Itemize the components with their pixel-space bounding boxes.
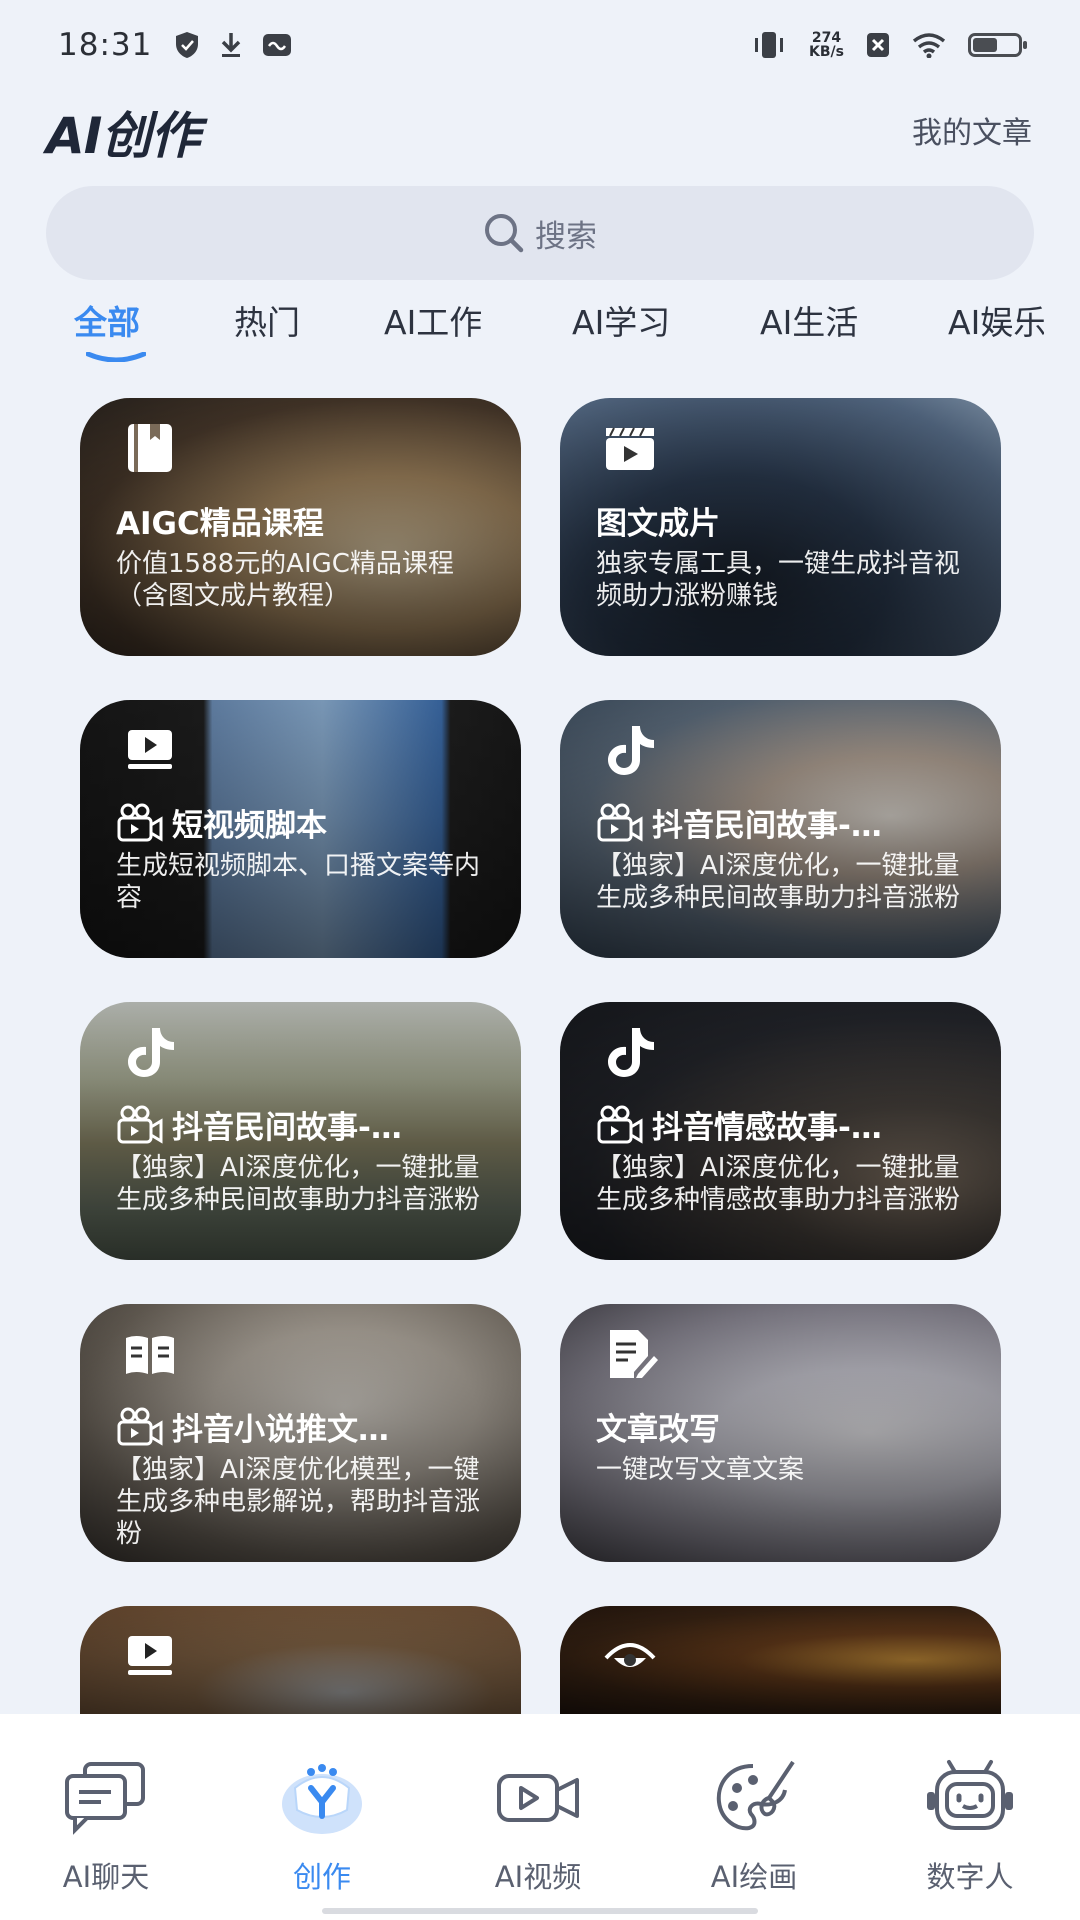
card-title-text: 图文成片 (596, 506, 720, 542)
status-time: 18:31 (58, 27, 153, 63)
net-speed-value: 274 (811, 30, 842, 46)
nav-ai-painting[interactable]: AI绘画 (664, 1714, 844, 1894)
card-description: 【独家】AI深度优化模型，一键生成多种电影解说，帮助抖音涨粉 (116, 1455, 481, 1549)
card-title-text: 抖音小说推文… (172, 1412, 389, 1448)
vibrate-icon (755, 32, 784, 58)
wifi-icon (912, 33, 946, 58)
tiktok-icon (608, 726, 654, 775)
card-title-text: 抖音民间故事-… (652, 808, 882, 844)
net-speed: 274 KB/s (809, 31, 844, 59)
clapper-icon (606, 427, 654, 470)
novel-icon (126, 1336, 174, 1374)
search-placeholder: 搜索 (535, 218, 597, 255)
category-tabs: 全部 热门 AI工作 AI学习 AI生活 AI娱乐 (0, 296, 1044, 366)
nav-digital-human[interactable]: 数字人 (880, 1714, 1060, 1894)
chat-notify-icon (263, 34, 292, 56)
card-title: 抖音小说推文… (116, 1404, 491, 1449)
card-title: AIGC精品课程 (116, 498, 491, 543)
tool-card[interactable] (80, 1606, 521, 1714)
home-indicator[interactable] (322, 1908, 758, 1914)
net-speed-unit: KB/s (809, 44, 844, 60)
robot-icon (927, 1760, 1013, 1830)
my-articles-link[interactable]: 我的文章 (912, 108, 1032, 152)
card-title-text: AIGC精品课程 (116, 506, 324, 542)
palette-icon (716, 1760, 795, 1831)
sim-off-icon (867, 33, 889, 57)
nav-label: 创作 (292, 1860, 351, 1894)
search-input[interactable]: 搜索 (46, 186, 1034, 280)
card-title: 图文成片 (596, 498, 971, 543)
card-description: 【独家】AI深度优化，一键批量生成多种民间故事助力抖音涨粉 (596, 851, 961, 913)
edit-doc-icon (610, 1330, 658, 1378)
card-title-text: 抖音民间故事-… (172, 1110, 402, 1146)
tool-card[interactable]: 短视频脚本 生成短视频脚本、口播文案等内容 (80, 700, 521, 958)
video-camera-icon (597, 803, 643, 842)
tab-all[interactable]: 全部 (74, 296, 140, 344)
card-description: 一键改写文章文案 (596, 1455, 805, 1485)
video-camera-icon (117, 803, 163, 842)
shield-icon (176, 32, 199, 58)
eye-icon (604, 1643, 656, 1667)
video-camera-icon (597, 1105, 643, 1144)
tab-hot[interactable]: 热门 (234, 296, 300, 344)
bottom-nav: AI聊天 创作 AI视频 AI绘画 数字人 (0, 1714, 1080, 1920)
nav-label: AI绘画 (710, 1860, 798, 1894)
tab-ai-study[interactable]: AI学习 (572, 296, 670, 344)
download-icon (222, 33, 241, 57)
video-camera-icon (497, 1774, 579, 1822)
card-title: 短视频脚本 (116, 800, 491, 845)
video-play-icon (128, 1636, 172, 1675)
card-title: 抖音民间故事-… (596, 800, 971, 845)
tool-card[interactable]: 图文成片 独家专属工具，一键生成抖音视频助力涨粉赚钱 (560, 398, 1001, 656)
tool-card[interactable]: 文章改写 一键改写文章文案 (560, 1304, 1001, 1562)
tab-active-indicator (86, 352, 146, 362)
card-title: 抖音情感故事-… (596, 1102, 971, 1147)
battery-fill (973, 38, 997, 52)
page-title: AI创作 (46, 107, 200, 165)
card-description: 生成短视频脚本、口播文案等内容 (116, 851, 481, 913)
create-icon (282, 1764, 362, 1834)
tiktok-icon (608, 1028, 654, 1077)
card-title-text: 短视频脚本 (172, 808, 327, 844)
tool-card[interactable] (560, 1606, 1001, 1714)
search-icon (485, 214, 524, 253)
tool-card[interactable]: 抖音民间故事-… 【独家】AI深度优化，一键批量生成多种民间故事助力抖音涨粉 (560, 700, 1001, 958)
tab-ai-life[interactable]: AI生活 (760, 296, 858, 344)
book-icon (128, 424, 172, 472)
card-title: 抖音民间故事-… (116, 1102, 491, 1147)
card-title-text: 文章改写 (596, 1412, 720, 1448)
nav-label: 数字人 (926, 1860, 1014, 1894)
card-description: 【独家】AI深度优化，一键批量生成多种情感故事助力抖音涨粉 (596, 1153, 961, 1215)
card-description: 【独家】AI深度优化，一键批量生成多种民间故事助力抖音涨粉 (116, 1153, 481, 1215)
chat-icon (65, 1762, 145, 1835)
tab-ai-entertainment[interactable]: AI娱乐 (948, 296, 1044, 344)
tool-card[interactable]: 抖音情感故事-… 【独家】AI深度优化，一键批量生成多种情感故事助力抖音涨粉 (560, 1002, 1001, 1260)
battery-icon (968, 33, 1027, 57)
video-camera-icon (117, 1407, 163, 1446)
nav-ai-chat[interactable]: AI聊天 (16, 1714, 196, 1894)
tool-card[interactable]: 抖音小说推文… 【独家】AI深度优化模型，一键生成多种电影解说，帮助抖音涨粉 (80, 1304, 521, 1562)
tiktok-icon (128, 1028, 174, 1077)
nav-label: AI聊天 (62, 1860, 150, 1894)
nav-ai-video[interactable]: AI视频 (448, 1714, 628, 1894)
video-play-icon (128, 730, 172, 769)
card-title: 文章改写 (596, 1404, 971, 1449)
video-camera-icon (117, 1105, 163, 1144)
card-description: 价值1588元的AIGC精品课程（含图文成片教程） (116, 549, 454, 611)
nav-label: AI视频 (494, 1860, 582, 1894)
tab-ai-work[interactable]: AI工作 (384, 296, 482, 344)
tool-card[interactable]: 抖音民间故事-… 【独家】AI深度优化，一键批量生成多种民间故事助力抖音涨粉 (80, 1002, 521, 1260)
card-description: 独家专属工具，一键生成抖音视频助力涨粉赚钱 (596, 549, 961, 611)
tool-card[interactable]: AIGC精品课程 价值1588元的AIGC精品课程（含图文成片教程） (80, 398, 521, 656)
nav-create[interactable]: 创作 (232, 1714, 412, 1894)
card-title-text: 抖音情感故事-… (652, 1110, 882, 1146)
status-bar: 18:31 274 KB/s (0, 0, 1080, 90)
